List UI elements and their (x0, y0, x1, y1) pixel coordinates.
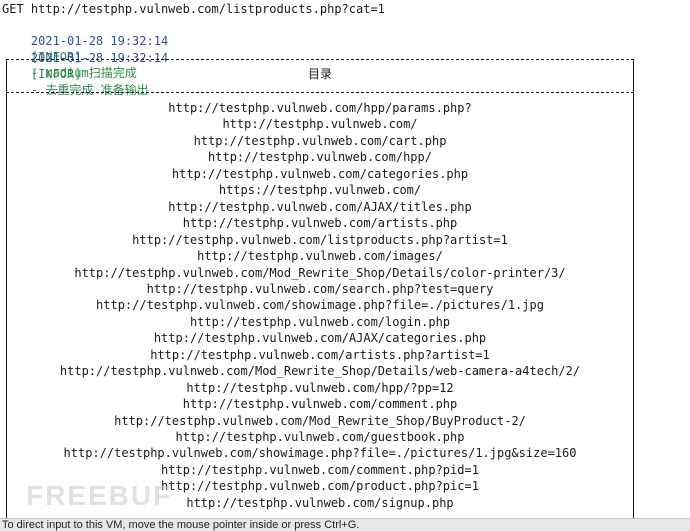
table-row: http://testphp.vulnweb.com/ (222, 117, 418, 132)
table-row: http://testphp.vulnweb.com/categories.ph… (171, 166, 469, 181)
table-header-divider (6, 92, 634, 94)
table-row: http://testphp.vulnweb.com/hpp/?pp=12 (186, 380, 454, 395)
table-row: http://testphp.vulnweb.com/showimage.php… (96, 298, 544, 313)
command-line: GET http://testphp.vulnweb.com/listprodu… (2, 2, 385, 16)
log-line: 2021-01-28 19:32:14 [INFOR] - 去重完成 准备输出 (2, 34, 168, 97)
table-row: http://testphp.vulnweb.com/showimage.php… (63, 446, 577, 461)
table-row: http://testphp.vulnweb.com/Mod_Rewrite_S… (74, 265, 566, 280)
table-row: http://testphp.vulnweb.com/artists.php (182, 216, 458, 231)
table-row: http://testphp.vulnweb.com/artists.php?a… (150, 347, 490, 362)
table-row: http://testphp.vulnweb.com/login.php (189, 314, 451, 329)
table-row: http://testphp.vulnweb.com/comment.php?p… (161, 462, 479, 477)
table-row: http://testphp.vulnweb.com/Mod_Rewrite_S… (59, 364, 581, 379)
table-row: http://testphp.vulnweb.com/Mod_Rewrite_S… (114, 413, 526, 428)
watermark-logo: FREEBUF (26, 480, 172, 512)
table-row: http://testphp.vulnweb.com/search.php?te… (146, 281, 494, 296)
table-row: http://testphp.vulnweb.com/listproducts.… (132, 232, 508, 247)
log-line: 2021-01-28 19:32:14 [INFOR] - radium扫描完成 (2, 17, 168, 80)
table-header: 目录 (307, 67, 332, 81)
table-row: http://testphp.vulnweb.com/comment.php (182, 397, 458, 412)
table-row: http://testphp.vulnweb.com/cart.php (193, 133, 447, 148)
table-row: http://testphp.vulnweb.com/hpp/ (208, 150, 432, 165)
table-top-border (6, 59, 634, 61)
table-row: http://testphp.vulnweb.com/AJAX/titles.p… (168, 199, 472, 214)
results-table: 目录 http://testphp.vulnweb.com/hpp/params… (6, 59, 634, 519)
vm-status-bar: To direct input to this VM, move the mou… (0, 518, 690, 531)
terminal-output[interactable]: GET http://testphp.vulnweb.com/listprodu… (0, 0, 690, 519)
table-row: http://testphp.vulnweb.com/AJAX/categori… (153, 331, 487, 346)
table-row: http://testphp.vulnweb.com/guestbook.php (175, 430, 465, 444)
table-row: https://testphp.vulnweb.com/ (218, 183, 422, 198)
status-text: To direct input to this VM, move the mou… (2, 519, 360, 531)
watermark-text: FREEBUF (26, 480, 173, 511)
table-row: http://testphp.vulnweb.com/hpp/params.ph… (168, 101, 472, 115)
table-row: http://testphp.vulnweb.com/images/ (197, 249, 443, 264)
